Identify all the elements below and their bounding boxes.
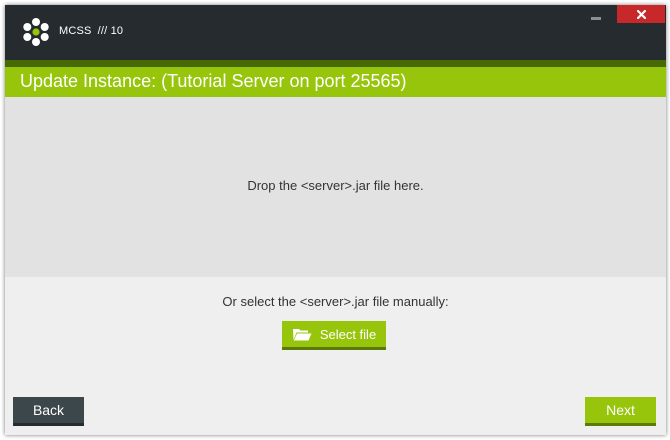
folder-open-icon bbox=[292, 329, 312, 341]
select-file-button[interactable]: Select file bbox=[282, 321, 386, 350]
app-name: MCSS bbox=[59, 25, 92, 37]
minimize-icon bbox=[591, 16, 601, 20]
manual-select-label: Or select the <server>.jar file manually… bbox=[222, 294, 449, 309]
page-header: Update Instance: (Tutorial Server on por… bbox=[5, 67, 666, 97]
minimize-button[interactable] bbox=[580, 5, 612, 27]
page-title: Update Instance: (Tutorial Server on por… bbox=[20, 71, 407, 91]
next-button-label: Next bbox=[606, 402, 635, 418]
title-bar[interactable]: MCSS /// 10 bbox=[5, 5, 666, 60]
app-title: MCSS /// 10 bbox=[59, 25, 123, 37]
select-file-label: Select file bbox=[319, 326, 377, 342]
next-button[interactable]: Next bbox=[585, 397, 656, 426]
drop-zone-text: Drop the <server>.jar file here. bbox=[247, 178, 424, 193]
back-button-label: Back bbox=[32, 402, 65, 418]
mcss-logo-icon bbox=[23, 18, 49, 46]
close-button[interactable] bbox=[617, 5, 665, 23]
app-window: MCSS /// 10 Update Instance: (Tutorial Se… bbox=[5, 5, 666, 435]
close-icon bbox=[636, 9, 646, 19]
title-accent-strip bbox=[5, 60, 666, 67]
file-drop-zone[interactable]: Drop the <server>.jar file here. bbox=[5, 97, 666, 277]
back-button[interactable]: Back bbox=[13, 397, 84, 426]
app-version: /// 10 bbox=[97, 25, 124, 37]
